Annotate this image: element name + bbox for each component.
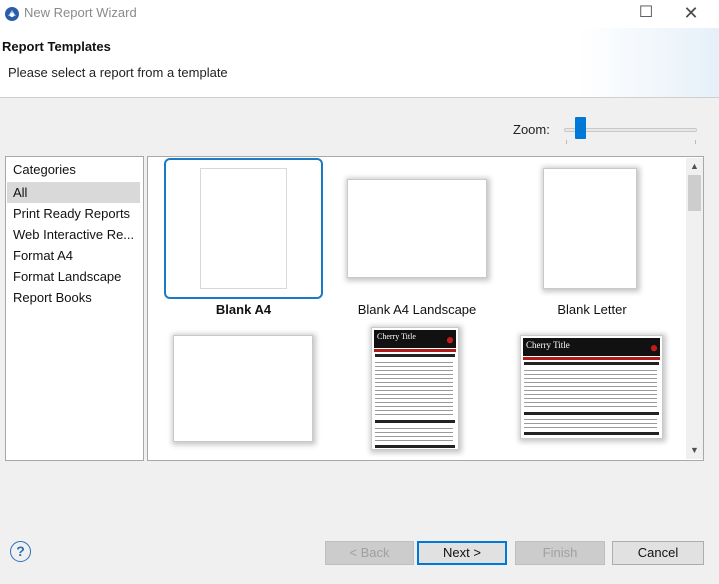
cherry-row-line [524, 423, 657, 424]
cherry-row-line [524, 419, 657, 420]
cherry-icon [446, 333, 454, 345]
cherry-row-line [375, 436, 453, 437]
cherry-row-line [524, 378, 657, 379]
template-blank-letter[interactable]: Blank Letter [512, 158, 672, 318]
cherry-title-text: Cherry Title [526, 340, 570, 350]
templates-gallery: Blank A4 Blank A4 Landscape Blank Letter… [147, 156, 704, 461]
header-banner-gradient [579, 28, 719, 98]
finish-button[interactable]: Finish [515, 541, 605, 565]
cherry-title-text: Cherry Title [377, 332, 416, 341]
cherry-row-line [375, 440, 453, 441]
cherry-row-line [375, 362, 453, 363]
category-item-report-books[interactable]: Report Books [7, 287, 140, 308]
cherry-row-line [375, 382, 453, 383]
cherry-row-line [524, 402, 657, 403]
cherry-icon [650, 341, 658, 353]
template-thumbnail [543, 168, 637, 289]
template-label: Blank Letter [557, 302, 627, 317]
cherry-table-footer [524, 432, 659, 435]
template-cherry-landscape[interactable]: Cherry Title [512, 327, 672, 457]
close-button[interactable]: ✕ [669, 0, 713, 26]
cherry-row-line [375, 386, 453, 387]
cherry-table-header [375, 354, 455, 357]
page-title: Report Templates [2, 39, 111, 54]
cherry-row-line [375, 410, 453, 411]
cherry-row-line [375, 428, 453, 429]
cherry-table-footer [375, 445, 455, 448]
cherry-row-line [524, 370, 657, 371]
cherry-row-line [375, 366, 453, 367]
cherry-red-band [374, 349, 456, 352]
cherry-red-band [523, 357, 660, 360]
eclipse-app-icon [5, 7, 19, 21]
zoom-slider-thumb[interactable] [575, 117, 586, 139]
window-title: New Report Wizard [24, 5, 137, 20]
cherry-table-divider [524, 412, 659, 415]
cherry-row-line [375, 398, 453, 399]
templates-scrollbar[interactable]: ▲ ▼ [686, 158, 703, 459]
cherry-row-line [375, 374, 453, 375]
cherry-header: Cherry Title [374, 330, 456, 348]
cherry-row-line [375, 390, 453, 391]
zoom-label: Zoom: [513, 122, 550, 137]
cherry-row-line [524, 394, 657, 395]
template-blank-a4-landscape[interactable]: Blank A4 Landscape [326, 158, 508, 318]
wizard-content: Zoom: Categories All Print Ready Reports… [0, 98, 719, 584]
cherry-header: Cherry Title [523, 338, 660, 356]
template-thumbnail [347, 179, 487, 278]
cherry-row-line [375, 370, 453, 371]
template-label: Blank A4 [215, 302, 272, 317]
template-thumbnail: Cherry Title [371, 327, 459, 450]
template-thumbnail: Cherry Title [520, 335, 663, 439]
cancel-button[interactable]: Cancel [612, 541, 704, 565]
next-button[interactable]: Next > [417, 541, 507, 565]
cherry-row-line [375, 432, 453, 433]
cherry-row-line [375, 394, 453, 395]
category-item-print-ready-reports[interactable]: Print Ready Reports [7, 203, 140, 224]
maximize-button[interactable]: ☐ [624, 0, 668, 26]
cherry-row-line [524, 386, 657, 387]
categories-title: Categories [13, 162, 76, 177]
cherry-row-line [524, 382, 657, 383]
zoom-slider-ticks [566, 140, 696, 144]
cherry-row-line [375, 402, 453, 403]
category-item-format-landscape[interactable]: Format Landscape [7, 266, 140, 287]
cherry-table-header [524, 362, 659, 365]
template-label: Blank A4 Landscape [357, 302, 477, 317]
cherry-row-line [524, 398, 657, 399]
cherry-row-line [375, 378, 453, 379]
wizard-header: Report Templates Please select a report … [0, 28, 719, 98]
template-blank-landscape-2[interactable] [164, 327, 323, 457]
help-icon[interactable]: ? [10, 541, 31, 562]
category-item-web-interactive-reports[interactable]: Web Interactive Re... [7, 224, 140, 245]
cherry-row-line [524, 427, 657, 428]
cherry-row-line [524, 374, 657, 375]
cherry-row-line [524, 406, 657, 407]
template-thumbnail [200, 168, 287, 289]
scrollbar-thumb[interactable] [688, 175, 701, 211]
cherry-row-line [375, 414, 453, 415]
cherry-row-line [524, 390, 657, 391]
back-button[interactable]: < Back [325, 541, 414, 565]
categories-list: Categories All Print Ready Reports Web I… [5, 156, 144, 461]
category-item-format-a4[interactable]: Format A4 [7, 245, 140, 266]
scroll-up-arrow-icon[interactable]: ▲ [686, 158, 703, 175]
cherry-table-divider [375, 420, 455, 423]
scroll-down-arrow-icon[interactable]: ▼ [686, 442, 703, 459]
template-cherry-portrait[interactable]: Cherry Title [326, 323, 508, 457]
title-bar: New Report Wizard ☐ ✕ [0, 0, 719, 28]
cherry-row-line [375, 406, 453, 407]
template-thumbnail [173, 335, 313, 442]
category-item-all[interactable]: All [7, 182, 140, 203]
page-subtitle: Please select a report from a template [8, 65, 228, 80]
template-blank-a4[interactable]: Blank A4 [164, 158, 323, 318]
